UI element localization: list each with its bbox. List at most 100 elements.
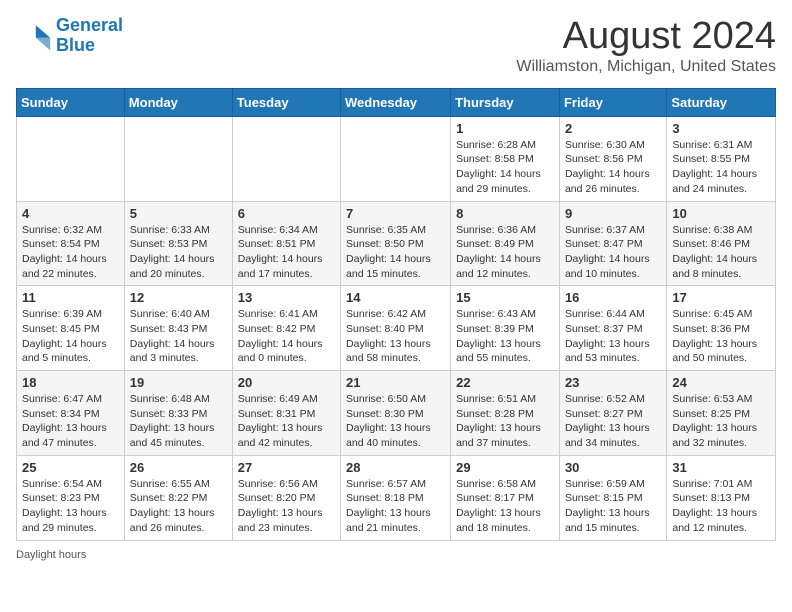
calendar-cell: 3 Sunrise: 6:31 AM Sunset: 8:55 PM Daylig… xyxy=(667,116,776,201)
calendar-cell: 27 Sunrise: 6:56 AM Sunset: 8:20 PM Dayli… xyxy=(232,455,340,540)
weekday-header-friday: Friday xyxy=(559,88,666,116)
weekday-header-thursday: Thursday xyxy=(451,88,560,116)
day-number: 11 xyxy=(22,290,119,305)
calendar-cell: 9 Sunrise: 6:37 AM Sunset: 8:47 PM Daylig… xyxy=(559,201,666,286)
day-info: Sunrise: 6:31 AM Sunset: 8:55 PM Dayligh… xyxy=(672,138,770,197)
day-number: 15 xyxy=(456,290,554,305)
footer-text: Daylight hours xyxy=(16,549,86,561)
day-number: 13 xyxy=(238,290,335,305)
day-info: Sunrise: 6:57 AM Sunset: 8:18 PM Dayligh… xyxy=(346,477,445,536)
calendar-cell: 2 Sunrise: 6:30 AM Sunset: 8:56 PM Daylig… xyxy=(559,116,666,201)
calendar-cell: 11 Sunrise: 6:39 AM Sunset: 8:45 PM Dayli… xyxy=(17,286,125,371)
calendar-cell: 7 Sunrise: 6:35 AM Sunset: 8:50 PM Daylig… xyxy=(341,201,451,286)
week-row: 18 Sunrise: 6:47 AM Sunset: 8:34 PM Dayli… xyxy=(17,371,776,456)
day-number: 28 xyxy=(346,460,445,475)
day-number: 9 xyxy=(565,206,661,221)
day-info: Sunrise: 6:38 AM Sunset: 8:46 PM Dayligh… xyxy=(672,223,770,282)
day-info: Sunrise: 6:34 AM Sunset: 8:51 PM Dayligh… xyxy=(238,223,335,282)
calendar-cell: 29Sunrise: 6:58 AM Sunset: 8:17 PM Dayli… xyxy=(451,455,560,540)
day-number: 6 xyxy=(238,206,335,221)
day-number: 26 xyxy=(130,460,227,475)
day-info: Sunrise: 6:58 AM Sunset: 8:17 PM Dayligh… xyxy=(456,477,554,536)
day-number: 22 xyxy=(456,375,554,390)
day-number: 4 xyxy=(22,206,119,221)
day-number: 1 xyxy=(456,121,554,136)
calendar-cell: 18 Sunrise: 6:47 AM Sunset: 8:34 PM Dayli… xyxy=(17,371,125,456)
calendar-cell xyxy=(17,116,125,201)
calendar-cell: 4 Sunrise: 6:32 AM Sunset: 8:54 PM Daylig… xyxy=(17,201,125,286)
calendar-cell: 10 Sunrise: 6:38 AM Sunset: 8:46 PM Dayli… xyxy=(667,201,776,286)
day-info: Sunrise: 6:56 AM Sunset: 8:20 PM Dayligh… xyxy=(238,477,335,536)
day-number: 14 xyxy=(346,290,445,305)
day-number: 3 xyxy=(672,121,770,136)
day-info: Sunrise: 6:40 AM Sunset: 8:43 PM Dayligh… xyxy=(130,307,227,366)
day-info: Sunrise: 6:32 AM Sunset: 8:54 PM Dayligh… xyxy=(22,223,119,282)
calendar-cell: 28 Sunrise: 6:57 AM Sunset: 8:18 PM Dayli… xyxy=(341,455,451,540)
day-info: Sunrise: 6:37 AM Sunset: 8:47 PM Dayligh… xyxy=(565,223,661,282)
calendar-cell: 30Sunrise: 6:59 AM Sunset: 8:15 PM Dayli… xyxy=(559,455,666,540)
day-number: 24 xyxy=(672,375,770,390)
calendar-cell: 17Sunrise: 6:45 AM Sunset: 8:36 PM Dayli… xyxy=(667,286,776,371)
logo-text: General Blue xyxy=(56,16,123,56)
logo: General Blue xyxy=(16,16,123,56)
day-number: 10 xyxy=(672,206,770,221)
day-info: Sunrise: 6:55 AM Sunset: 8:22 PM Dayligh… xyxy=(130,477,227,536)
calendar-cell: 15 Sunrise: 6:43 AM Sunset: 8:39 PM Dayli… xyxy=(451,286,560,371)
calendar-cell: 14 Sunrise: 6:42 AM Sunset: 8:40 PM Dayli… xyxy=(341,286,451,371)
day-info: Sunrise: 6:30 AM Sunset: 8:56 PM Dayligh… xyxy=(565,138,661,197)
day-info: Sunrise: 6:41 AM Sunset: 8:42 PM Dayligh… xyxy=(238,307,335,366)
week-row: 1 Sunrise: 6:28 AM Sunset: 8:58 PM Daylig… xyxy=(17,116,776,201)
day-info: Sunrise: 6:42 AM Sunset: 8:40 PM Dayligh… xyxy=(346,307,445,366)
day-number: 31 xyxy=(672,460,770,475)
day-number: 5 xyxy=(130,206,227,221)
weekday-header-wednesday: Wednesday xyxy=(341,88,451,116)
weekday-row: SundayMondayTuesdayWednesdayThursdayFrid… xyxy=(17,88,776,116)
page-subtitle: Williamston, Michigan, United States xyxy=(516,58,776,76)
weekday-header-sunday: Sunday xyxy=(17,88,125,116)
day-info: Sunrise: 6:33 AM Sunset: 8:53 PM Dayligh… xyxy=(130,223,227,282)
day-info: Sunrise: 6:48 AM Sunset: 8:33 PM Dayligh… xyxy=(130,392,227,451)
day-info: Sunrise: 6:59 AM Sunset: 8:15 PM Dayligh… xyxy=(565,477,661,536)
weekday-header-monday: Monday xyxy=(124,88,232,116)
weekday-header-tuesday: Tuesday xyxy=(232,88,340,116)
day-info: Sunrise: 7:01 AM Sunset: 8:13 PM Dayligh… xyxy=(672,477,770,536)
day-info: Sunrise: 6:50 AM Sunset: 8:30 PM Dayligh… xyxy=(346,392,445,451)
calendar-cell: 23 Sunrise: 6:52 AM Sunset: 8:27 PM Dayli… xyxy=(559,371,666,456)
logo-icon xyxy=(16,18,52,54)
day-number: 21 xyxy=(346,375,445,390)
day-number: 19 xyxy=(130,375,227,390)
calendar-cell: 13 Sunrise: 6:41 AM Sunset: 8:42 PM Dayli… xyxy=(232,286,340,371)
day-number: 7 xyxy=(346,206,445,221)
day-info: Sunrise: 6:35 AM Sunset: 8:50 PM Dayligh… xyxy=(346,223,445,282)
day-number: 23 xyxy=(565,375,661,390)
day-number: 27 xyxy=(238,460,335,475)
calendar-cell: 21 Sunrise: 6:50 AM Sunset: 8:30 PM Dayli… xyxy=(341,371,451,456)
day-info: Sunrise: 6:52 AM Sunset: 8:27 PM Dayligh… xyxy=(565,392,661,451)
logo-line1: General xyxy=(56,15,123,35)
calendar-cell: 5 Sunrise: 6:33 AM Sunset: 8:53 PM Daylig… xyxy=(124,201,232,286)
calendar-table: SundayMondayTuesdayWednesdayThursdayFrid… xyxy=(16,88,776,541)
day-info: Sunrise: 6:44 AM Sunset: 8:37 PM Dayligh… xyxy=(565,307,661,366)
day-info: Sunrise: 6:49 AM Sunset: 8:31 PM Dayligh… xyxy=(238,392,335,451)
day-info: Sunrise: 6:36 AM Sunset: 8:49 PM Dayligh… xyxy=(456,223,554,282)
title-block: August 2024 Williamston, Michigan, Unite… xyxy=(516,16,776,76)
day-info: Sunrise: 6:53 AM Sunset: 8:25 PM Dayligh… xyxy=(672,392,770,451)
calendar-cell: 20Sunrise: 6:49 AM Sunset: 8:31 PM Dayli… xyxy=(232,371,340,456)
day-info: Sunrise: 6:28 AM Sunset: 8:58 PM Dayligh… xyxy=(456,138,554,197)
logo-line2: Blue xyxy=(56,35,95,55)
day-number: 2 xyxy=(565,121,661,136)
day-number: 18 xyxy=(22,375,119,390)
calendar-cell: 6 Sunrise: 6:34 AM Sunset: 8:51 PM Daylig… xyxy=(232,201,340,286)
day-info: Sunrise: 6:43 AM Sunset: 8:39 PM Dayligh… xyxy=(456,307,554,366)
week-row: 25Sunrise: 6:54 AM Sunset: 8:23 PM Dayli… xyxy=(17,455,776,540)
calendar-cell: 12 Sunrise: 6:40 AM Sunset: 8:43 PM Dayli… xyxy=(124,286,232,371)
day-info: Sunrise: 6:51 AM Sunset: 8:28 PM Dayligh… xyxy=(456,392,554,451)
day-number: 12 xyxy=(130,290,227,305)
day-info: Sunrise: 6:47 AM Sunset: 8:34 PM Dayligh… xyxy=(22,392,119,451)
calendar-cell xyxy=(341,116,451,201)
day-number: 25 xyxy=(22,460,119,475)
day-info: Sunrise: 6:39 AM Sunset: 8:45 PM Dayligh… xyxy=(22,307,119,366)
week-row: 11 Sunrise: 6:39 AM Sunset: 8:45 PM Dayli… xyxy=(17,286,776,371)
calendar-cell: 1 Sunrise: 6:28 AM Sunset: 8:58 PM Daylig… xyxy=(451,116,560,201)
day-info: Sunrise: 6:45 AM Sunset: 8:36 PM Dayligh… xyxy=(672,307,770,366)
